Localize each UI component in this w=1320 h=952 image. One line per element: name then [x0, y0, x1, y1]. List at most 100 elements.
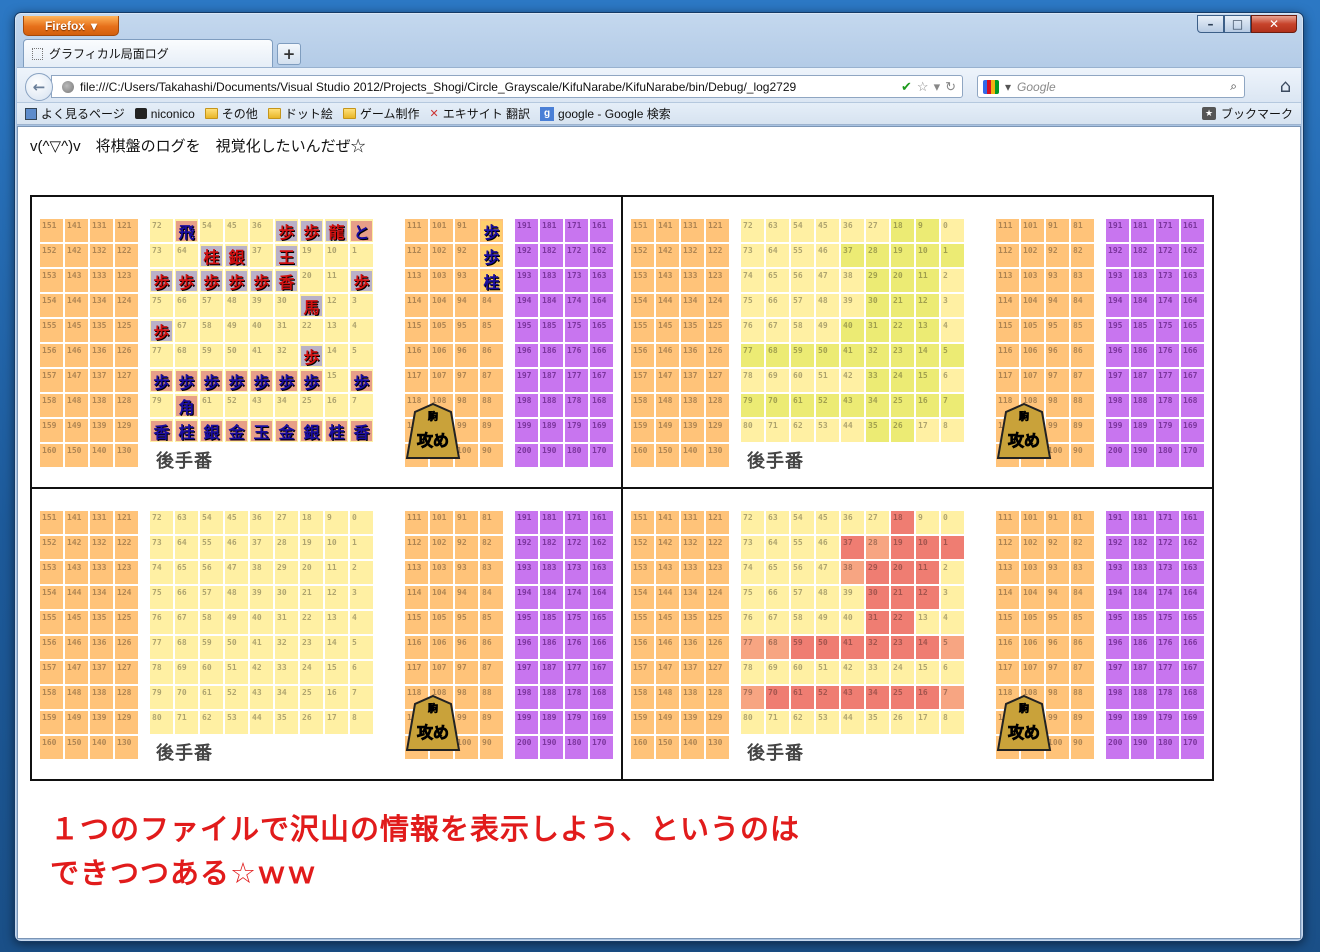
grid-cell: 34 [275, 686, 298, 709]
search-engine-dropdown-icon[interactable]: ▾ [1005, 80, 1011, 94]
grid-cell: 53 [225, 711, 248, 734]
grid-cell: 131 [90, 511, 113, 534]
grid-cell: 18 [891, 219, 914, 242]
grid-cell: 31 [866, 319, 889, 342]
grid-cell: 160 [631, 736, 654, 759]
grid-cell: 138 [681, 686, 704, 709]
reload-icon[interactable]: ↻ [945, 79, 956, 95]
grid-cell: 137 [90, 369, 113, 392]
check-icon: ✔ [901, 78, 912, 94]
grid-cell: 155 [631, 319, 654, 342]
grid-cell: 105 [430, 611, 453, 634]
grid-cell: 193 [1106, 269, 1129, 292]
attack-piece-badge-icon: 駒攻め [405, 694, 461, 751]
grid-cell: 19 [300, 536, 323, 559]
bookmark-most-visited[interactable]: よく見るページ [25, 105, 125, 122]
niconico-icon [134, 108, 147, 119]
grid-cell: 59 [791, 636, 814, 659]
grid-cell: 106 [1021, 636, 1044, 659]
attack-piece-badge-icon: 駒攻め [996, 402, 1052, 459]
grid-cell: 134 [681, 586, 704, 609]
grid-cell: 89 [1071, 419, 1094, 442]
grid-cell: 42 [841, 661, 864, 684]
history-dropdown-icon[interactable]: ▾ [934, 79, 941, 95]
grid-cell: 179 [565, 711, 588, 734]
grid-cell: 147 [656, 661, 679, 684]
grid-cell: 160 [631, 444, 654, 467]
home-icon[interactable]: ⌂ [1280, 76, 1291, 97]
grid-cell: 38 [250, 561, 273, 584]
grid-cell: 25 [891, 686, 914, 709]
grid-cell: 77 [150, 344, 173, 367]
grid-cell: 角 [175, 394, 198, 417]
grid-cell: 92 [455, 536, 478, 559]
grid-cell: 157 [40, 369, 63, 392]
bookmark-dotart[interactable]: ドット絵 [267, 105, 333, 122]
firefox-menu-button[interactable]: Firefox ▾ [23, 16, 119, 36]
grid-cell: 85 [1071, 611, 1094, 634]
grid-cell: 85 [480, 319, 503, 342]
grid-cell: 26 [891, 419, 914, 442]
grid-cell: 22 [891, 319, 914, 342]
grid-cell: 79 [741, 686, 764, 709]
grid-cell: 87 [1071, 369, 1094, 392]
shogi-piece: 王 [276, 246, 297, 267]
grid-cell: 36 [841, 219, 864, 242]
grid-cell: 146 [65, 344, 88, 367]
grid-cell: 32 [275, 636, 298, 659]
grid-cell: 190 [540, 444, 563, 467]
grid-cell: 22 [300, 611, 323, 634]
grid-cell: 148 [656, 686, 679, 709]
grid-cell: 52 [816, 686, 839, 709]
grid-cell: 歩 [275, 369, 298, 392]
grid-cell: 178 [565, 686, 588, 709]
bookmark-niconico[interactable]: niconico [134, 107, 195, 121]
grid-cell: 135 [90, 611, 113, 634]
grid-cell: 105 [1021, 319, 1044, 342]
grid-cell: 51 [816, 369, 839, 392]
grid-cell: 134 [681, 294, 704, 317]
grid-cell: 123 [706, 269, 729, 292]
bookmark-star-icon[interactable]: ☆ [917, 79, 929, 95]
grid-cell: 19 [300, 244, 323, 267]
grid-cell: 24 [300, 661, 323, 684]
minimize-button[interactable]: – [1197, 15, 1224, 33]
grid-cell: 103 [430, 561, 453, 584]
grid-cell: 69 [766, 369, 789, 392]
grid-cell: 146 [65, 636, 88, 659]
grid-cell: 176 [1156, 636, 1179, 659]
grid-cell: 147 [65, 661, 88, 684]
search-box[interactable]: ▾ Google ⌕ [977, 75, 1245, 98]
tab-active[interactable]: グラフィカル局面ログ [23, 39, 273, 67]
grid-cell: 156 [40, 344, 63, 367]
grid-cell: 11 [325, 561, 348, 584]
close-button[interactable]: ✕ [1251, 15, 1297, 33]
url-bar[interactable]: file:///C:/Users/Takahashi/Documents/Vis… [51, 75, 963, 98]
grid-cell: 95 [455, 611, 478, 634]
grid-cell: 198 [515, 394, 538, 417]
bookmark-excite[interactable]: ✕ エキサイト 翻訳 [429, 105, 530, 122]
grid-cell: 192 [1106, 244, 1129, 267]
grid-cell: 5 [941, 344, 964, 367]
bookmark-google[interactable]: g google - Google 検索 [540, 105, 671, 122]
new-tab-button[interactable]: + [277, 43, 301, 65]
bookmark-label: エキサイト 翻訳 [442, 107, 531, 121]
grid-cell: 54 [791, 219, 814, 242]
grid-cell: 173 [1156, 561, 1179, 584]
bookmark-gamedev[interactable]: ゲーム制作 [342, 105, 419, 122]
bookmarks-menu[interactable]: ★ ブックマーク [1201, 105, 1293, 122]
search-icon[interactable]: ⌕ [1230, 79, 1237, 94]
grid-cell: 130 [115, 444, 138, 467]
back-button[interactable]: ← [25, 73, 53, 101]
grid-cell: 8 [941, 711, 964, 734]
grid-cell: 4 [350, 319, 373, 342]
grid-cell: 70 [175, 686, 198, 709]
grid-cell: 169 [590, 711, 613, 734]
grid-cell: 101 [1021, 511, 1044, 534]
grid-cell: 154 [40, 586, 63, 609]
grid-cell: 13 [916, 319, 939, 342]
maximize-button[interactable]: □ [1224, 15, 1251, 33]
grid-cell: 170 [1181, 444, 1204, 467]
grid-cell: 14 [916, 636, 939, 659]
bookmark-other[interactable]: その他 [204, 105, 258, 122]
